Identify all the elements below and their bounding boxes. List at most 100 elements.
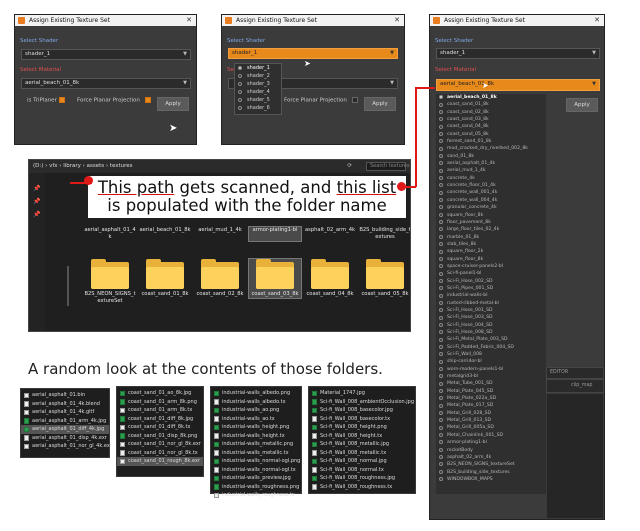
apply-button[interactable]: Apply [364,97,396,111]
material-option[interactable]: rocketBody [436,447,546,454]
material-option[interactable]: square_floor_8k [436,212,546,219]
file-row[interactable]: coast_sand_01_disp_8k.png [117,432,203,441]
material-option[interactable]: concrete_4k [436,175,546,182]
apply-button[interactable]: Apply [566,98,598,112]
material-option[interactable]: metalgrid3-bl [436,373,546,380]
material-option[interactable]: Sci-Fi_Hose_004_SD [436,322,546,329]
shader-option[interactable]: shader_4 [235,88,281,96]
close-icon[interactable]: ✕ [394,15,400,26]
file-row[interactable]: industrial-walls_height.tx [211,432,301,441]
material-option[interactable]: Metal_Plate_045_SD [436,388,546,395]
close-icon[interactable]: ✕ [186,15,192,26]
force-planar-checkbox[interactable] [144,97,151,103]
material-option[interactable]: granular_concrete_4k [436,204,546,211]
file-row[interactable]: Sci-fi_Wall_008_metallic.jpg [309,440,415,449]
apply-button[interactable]: Apply [157,97,189,111]
file-row[interactable]: industrial-walls_roughness.png [211,483,301,492]
material-option[interactable]: coast_sand_01_8k [436,101,546,108]
file-row[interactable]: coast_sand_01_diff_8k.tx [117,423,203,432]
material-option[interactable]: concrete_wall_004_4k [436,197,546,204]
scrollbar[interactable] [67,266,69,306]
file-row[interactable]: aerial_asphalt_01_diff_4k.jpg [21,425,109,434]
file-row[interactable]: Sci-fi_Wall_008_roughness.tx [309,483,415,492]
file-row[interactable]: coast_sand_01_ao_8k.jpg [117,389,203,398]
material-option[interactable]: sand_01_8k [436,153,546,160]
file-row[interactable]: aerial_asphalt_01_4k.gltf [21,408,109,417]
pin-icon[interactable]: 📌 [29,198,45,205]
material-option[interactable]: worn-modern-panels1-bl [436,366,546,373]
material-option[interactable]: coast_sand_02_8k [436,109,546,116]
material-dropdown-list[interactable]: aerial_beach_01_8k coast_sand_01_8k coast_… [436,94,546,494]
material-option[interactable]: aerial_asphalt_01_4k [436,160,546,167]
material-option[interactable]: space-cruiser-panels2-bl [436,263,546,270]
folder-tile[interactable]: armor-plating1-bl [248,226,302,242]
is-triplanar-checkbox[interactable] [58,97,65,103]
force-planar-checkbox[interactable] [351,97,358,103]
material-option[interactable]: Metal_Grill_028_SD [436,410,546,417]
material-option[interactable]: B2S_building_side_textures [436,469,546,476]
file-row[interactable]: industrial-walls_ao.png [211,406,301,415]
material-option[interactable]: Sci-Fi_Metal_Plate_003_SD [436,336,546,343]
material-option[interactable]: coast_sand_03_8k [436,116,546,123]
material-option[interactable]: industrial-walls-bl [436,292,546,299]
file-row[interactable]: industrial-walls_roughness.tx [211,491,301,500]
file-row[interactable]: Sci-fi_Wall_008_basecolor.tx [309,415,415,424]
material-option[interactable]: ship-corridor-bl [436,358,546,365]
pin-icon[interactable]: 📌 [29,185,45,192]
file-row[interactable]: Sci-fi_Wall_008_normal.jpg [309,457,415,466]
file-row[interactable]: Sci-fi_Wall_008_basecolor.jpg [309,406,415,415]
folder-tile[interactable]: B2S_NEON_SIGNS_textureSet [84,259,136,304]
material-option[interactable]: square_floor_2k [436,248,546,255]
material-option[interactable]: forrest_sand_01_8k [436,138,546,145]
file-row[interactable]: coast_sand_01_arm_8k.png [117,398,203,407]
file-row[interactable]: Sci-fi_Wall_008_ambientOcclusion.jpg [309,398,415,407]
folder-tile[interactable]: aerial_mud_1_4k [194,227,246,241]
material-option[interactable]: coast_sand_05_8k [436,131,546,138]
address-bar[interactable]: (D:) › vfx › library › assets › textures… [29,160,410,173]
material-option[interactable]: Sci-Fi_Wall_008 [436,351,546,358]
search-input[interactable]: Search textures [366,162,409,171]
material-option[interactable]: Sci-Fi_Hose_001_SD [436,307,546,314]
material-option[interactable]: Metal_Tube_001_SD [436,380,546,387]
folder-tile[interactable]: aerial_beach_01_8k [139,227,191,241]
file-row[interactable]: Sci-fi_Wall_008_height.png [309,423,415,432]
file-row[interactable]: aerial_asphalt_01_nor_gl_4k.exr [21,442,112,451]
material-option[interactable]: marble_01_8k [436,234,546,241]
folder-tile[interactable]: coast_sand_04_8k [304,259,356,298]
folder-tile[interactable]: B2S_building_side_textures [359,227,410,241]
material-option[interactable]: Sci-Fi_Hose_002_SD [436,278,546,285]
folder-tile[interactable]: coast_sand_01_8k [139,259,191,298]
material-option[interactable]: Sci-Fi_Hose_008_SD [436,329,546,336]
folder-tile[interactable]: aerial_asphalt_01_4k [84,227,136,241]
material-option[interactable]: Sci-fi-panel1-bl [436,270,546,277]
file-row[interactable]: Material_1747.jpg [309,389,415,398]
folder-tile[interactable]: coast_sand_02_8k [194,259,246,298]
material-option[interactable]: concrete_wall_001_4k [436,189,546,196]
file-row[interactable]: coast_sand_01_arm_8k.tx [117,406,203,415]
material-option[interactable]: Metal_Plate_017_SD [436,402,546,409]
file-row[interactable]: industrial-walls_ao.tx [211,415,301,424]
shader-option[interactable]: shader_5 [235,96,281,104]
refresh-icon[interactable]: ⟳ [347,160,352,173]
shader-combo[interactable]: shader_1 ▼ [436,48,600,59]
file-row[interactable]: aerial_asphalt_01_4k.blend [21,400,109,409]
file-row[interactable]: coast_sand_01_nor_gl_8k.tx [117,449,203,458]
file-row[interactable]: Sci-fi_Wall_008_height.tx [309,432,415,441]
shader-combo[interactable]: shader_1 ▼ [228,48,398,59]
material-option[interactable]: Metal_Chainlink_001_SD [436,432,546,439]
file-row[interactable]: coast_sand_01_diff_8k.jpg [117,415,203,424]
material-option[interactable]: large_floor_tiles_02_4k [436,226,546,233]
file-row[interactable]: aerial_asphalt_01_arm_4k.jpg [21,417,109,426]
material-option[interactable]: aerial_mud_1_4k [436,167,546,174]
shader-option[interactable]: shader_3 [235,80,281,88]
close-icon[interactable]: ✕ [594,15,600,26]
file-row[interactable]: industrial-walls_metallic.png [211,440,301,449]
file-row[interactable]: coast_sand_01_rough_8k.exr [117,457,203,466]
file-row[interactable]: aerial_asphalt_01_disp_4k.exr [21,434,109,443]
file-row[interactable]: aerial_asphalt_01.bin [21,391,109,400]
material-combo[interactable]: aerial_beach_01_8k ▼ [436,79,600,91]
material-option[interactable]: WINDOWBOX_MAPS [436,476,546,483]
file-row[interactable]: Sci-fi_Wall_008_metallic.tx [309,449,415,458]
file-row[interactable]: industrial-walls_albedo.tx [211,398,301,407]
material-option[interactable]: Sci-Fi_Hose_003_SD [436,314,546,321]
